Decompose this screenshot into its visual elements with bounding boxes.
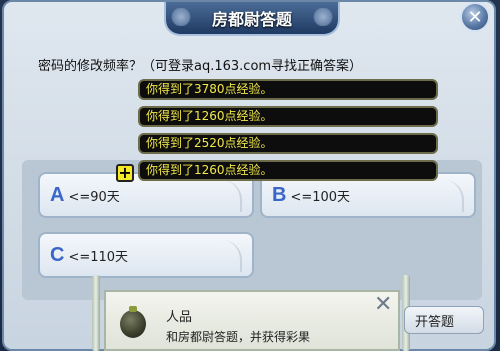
answer-text: <=110天 xyxy=(68,249,129,265)
title-ornament-left-icon xyxy=(170,8,192,26)
brush-decoration-icon xyxy=(220,180,242,212)
answer-text: <=90天 xyxy=(68,189,120,205)
popup-close-icon[interactable]: ✕ xyxy=(374,292,392,317)
answer-option-c[interactable]: C <=110天 xyxy=(38,232,254,278)
answer-letter: B xyxy=(272,183,287,206)
experience-notification: 你得到了1260点经验。 xyxy=(138,106,438,127)
reward-description: 和房都尉答题，并获得彩果 xyxy=(166,330,311,344)
experience-notification: 你得到了3780点经验。 xyxy=(138,79,438,100)
dialog-title: 房都尉答题 xyxy=(211,10,292,29)
reward-item-name: 人品 xyxy=(166,310,193,325)
answer-letter: C xyxy=(50,243,65,266)
answer-letter: A xyxy=(50,183,65,206)
close-icon: ✕ xyxy=(467,6,483,28)
bomb-item-icon xyxy=(120,306,146,338)
close-button[interactable]: ✕ xyxy=(460,2,490,32)
scroll-rod-left xyxy=(92,275,100,351)
brush-decoration-icon xyxy=(220,240,242,272)
start-answering-button[interactable]: 开答题 xyxy=(404,306,484,334)
dialog-title-bar: 房都尉答题 xyxy=(164,2,340,36)
question-text: 密码的修改频率？（可登录aq.163.com寻找正确答案） xyxy=(38,59,363,74)
reward-popup: 人品 和房都尉答题，并获得彩果 ✕ xyxy=(104,290,400,351)
answer-text: <=100天 xyxy=(290,189,351,205)
brush-decoration-icon xyxy=(442,180,464,212)
experience-notification: 你得到了2520点经验。 xyxy=(138,133,438,154)
title-ornament-right-icon xyxy=(312,8,334,26)
answer-area: A <=90天 B <=100天 C <=110天 xyxy=(22,160,482,300)
experience-notification: 你得到了1260点经验。 xyxy=(138,160,438,181)
plus-icon: + xyxy=(116,164,134,182)
